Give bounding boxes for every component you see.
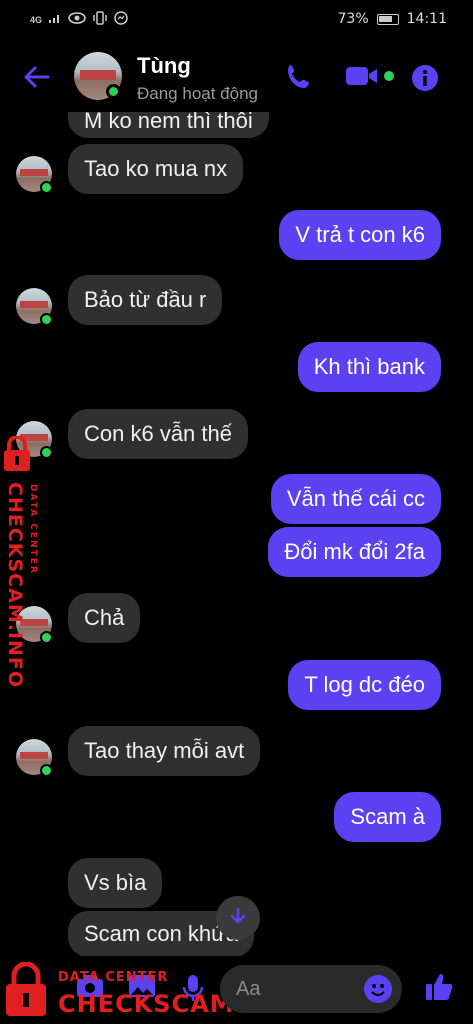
video-active-dot xyxy=(384,71,394,81)
online-indicator xyxy=(106,84,121,99)
info-icon[interactable] xyxy=(411,64,439,97)
online-indicator xyxy=(40,313,53,326)
message-bubble-outgoing[interactable]: T log dc đéo xyxy=(288,660,441,710)
back-arrow-icon[interactable] xyxy=(22,62,52,92)
message-bubble-incoming[interactable]: Tao thay mỗi avt xyxy=(68,726,261,776)
watermark-subtitle: DATA CENTER xyxy=(28,484,38,575)
video-call-icon[interactable] xyxy=(345,64,381,93)
message-bubble-incoming[interactable]: Chả xyxy=(68,593,141,643)
message-bubble-incoming[interactable]: Bảo từ đầu r xyxy=(68,275,223,325)
watermark-vertical: CHECKSCAM.INFO DATA CENTER xyxy=(0,435,44,688)
vibrate-icon xyxy=(92,11,108,28)
messenger-notif-icon xyxy=(114,11,128,28)
message-bubble-outgoing[interactable]: Đổi mk đổi 2fa xyxy=(268,527,441,577)
watermark-subtitle: DATA CENTER xyxy=(58,970,169,985)
message-bubble-incoming[interactable]: Vs bìa xyxy=(68,858,163,908)
clock: 14:11 xyxy=(406,11,447,27)
message-bubble-incoming[interactable]: Tao ko mua nx xyxy=(68,144,244,194)
signal-icon xyxy=(48,12,62,27)
battery-icon xyxy=(376,13,399,25)
message-bubble-outgoing[interactable]: Kh thì bank xyxy=(297,342,441,392)
eye-icon xyxy=(68,12,86,27)
battery-percent: 73% xyxy=(337,11,369,27)
status-bar: 4G 73% 14:11 xyxy=(0,0,473,40)
message-bubble-incoming[interactable]: Con k6 vẫn thế xyxy=(68,409,248,459)
contact-status: Đang hoạt động xyxy=(137,84,258,103)
lock-logo-icon xyxy=(2,435,32,472)
message-input-container[interactable] xyxy=(220,965,402,1013)
composer-bar: DATA CENTER CHECKSCAM.INFO xyxy=(0,956,473,1024)
message-bubble-outgoing[interactable]: Scam à xyxy=(334,792,441,842)
like-thumb-icon[interactable] xyxy=(424,972,454,1007)
watermark-brand: CHECKSCAM.INFO xyxy=(4,482,26,689)
chat-header: Tùng Đang hoạt động xyxy=(0,40,473,112)
message-bubble-outgoing[interactable]: V trả t con k6 xyxy=(279,210,441,260)
online-indicator xyxy=(40,181,53,194)
message-bubble-outgoing[interactable]: Vẫn thế cái cc xyxy=(270,474,441,524)
contact-name[interactable]: Tùng xyxy=(137,53,191,79)
network-indicator: 4G xyxy=(30,14,43,25)
phone-icon[interactable] xyxy=(284,62,314,97)
emoji-icon[interactable] xyxy=(364,975,392,1003)
scroll-to-bottom-button[interactable] xyxy=(216,896,260,940)
lock-logo-icon xyxy=(4,961,48,1018)
arrow-down-icon xyxy=(228,906,248,931)
message-input[interactable] xyxy=(236,975,356,1003)
online-indicator xyxy=(40,764,53,777)
